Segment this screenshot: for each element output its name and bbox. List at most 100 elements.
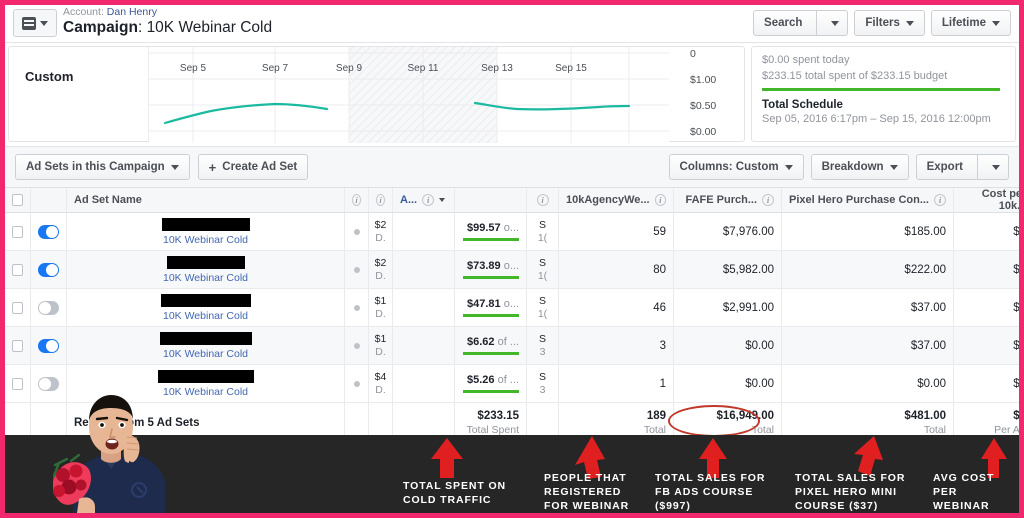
chart-preset-label: Custom <box>25 69 74 84</box>
row-spacer-cell <box>393 289 455 326</box>
header-pixel-hero-label: Pixel Hero Purchase Con... <box>789 194 929 206</box>
y-tick-3: $0.00 <box>690 126 717 138</box>
row-name-cell[interactable]: 10K Webinar Cold <box>67 289 345 326</box>
status-toggle[interactable] <box>38 262 59 277</box>
row-spacer-cell <box>393 327 455 364</box>
row-results-value: 3 <box>659 339 666 352</box>
row-checkbox-cell[interactable] <box>5 213 31 250</box>
row-checkbox-cell[interactable] <box>5 251 31 288</box>
row-budget-suffix: o... <box>503 222 519 235</box>
row-schedule-top: S <box>538 257 546 269</box>
annotation-line: Signup <box>933 514 1019 518</box>
toolbar-right-actions: Columns: Custom Breakdown Export <box>668 154 1009 180</box>
header-actions: Search Filters Lifetime <box>753 5 1019 36</box>
row-fafe-value: $0.00 <box>745 377 774 390</box>
row-status-toggle-cell[interactable] <box>31 327 67 364</box>
annotation-line: for Webinar <box>544 500 630 513</box>
export-button[interactable]: Export <box>915 154 1009 180</box>
row-amount-bottom: D. <box>375 346 386 358</box>
header-results[interactable]: 10kAgencyWe... i <box>559 188 674 212</box>
row-checkbox[interactable] <box>12 301 23 314</box>
row-name-cell[interactable]: 10K Webinar Cold <box>67 327 345 364</box>
annotation-people-registered: People that Registered for Webinar <box>544 471 630 513</box>
row-name-cell[interactable]: 10K Webinar Cold <box>67 213 345 250</box>
row-budget-suffix: o... <box>503 260 519 273</box>
row-fafe-value: $5,982.00 <box>722 263 774 276</box>
filters-button[interactable]: Filters <box>854 10 925 36</box>
row-schedule-bottom: 1( <box>537 270 548 282</box>
row-pixel-cell: $37.00 <box>782 289 954 326</box>
header-pixel-hero[interactable]: Pixel Hero Purchase Con... i <box>782 188 954 212</box>
row-checkbox[interactable] <box>12 225 23 238</box>
account-name-link[interactable]: Dan Henry <box>107 6 157 18</box>
table-row[interactable]: 10K Webinar Cold $2 D. $99.57 o... S 1(59 $7,9… <box>5 213 1019 251</box>
performance-chart-panel: Custom Sep 5 Sep 7 Sep 9 Sep 11 Sep 13 S… <box>8 46 745 143</box>
header-toggle-cell <box>31 188 67 212</box>
status-toggle[interactable] <box>38 376 59 391</box>
row-pixel-value: $222.00 <box>904 263 946 276</box>
row-checkbox-cell[interactable] <box>5 289 31 326</box>
search-button[interactable]: Search <box>753 10 849 36</box>
status-toggle[interactable] <box>38 338 59 353</box>
row-status-toggle-cell[interactable] <box>31 213 67 250</box>
create-ad-set-button[interactable]: + Create Ad Set <box>197 154 309 180</box>
row-checkbox-cell[interactable] <box>5 327 31 364</box>
header-cost-label: Cost per 10k... <box>981 188 1024 212</box>
row-checkbox[interactable] <box>12 377 23 390</box>
columns-button[interactable]: Columns: Custom <box>668 154 804 180</box>
row-schedule-cell: S 1( <box>527 289 559 326</box>
row-name-cell[interactable]: 10K Webinar Cold <box>67 251 345 288</box>
annotation-line: Cold Traffic <box>403 494 492 507</box>
breakdown-button[interactable]: Breakdown <box>810 154 909 180</box>
annotation-fb-ads-course-sales: Total Sales for FB Ads Course ($997) <box>655 471 765 513</box>
row-cost-cell: $5.26 <box>954 365 1019 402</box>
select-all-checkbox[interactable] <box>12 194 23 206</box>
delivery-status-dot-icon <box>353 228 360 235</box>
table-row[interactable]: 10K Webinar Cold $1 D. $47.81 o... S 1(46 $2,9… <box>5 289 1019 327</box>
row-checkbox[interactable] <box>12 339 23 352</box>
annotation-pixel-hero-sales: Total Sales for Pixel Hero Mini Course (… <box>795 471 905 513</box>
row-fafe-cell: $5,982.00 <box>674 251 782 288</box>
row-results-value: 1 <box>659 377 666 390</box>
scope-selector-button[interactable]: Ad Sets in this Campaign <box>15 154 190 180</box>
row-cost-cell: $1.69 <box>954 213 1019 250</box>
header-schedule[interactable]: i <box>527 188 559 212</box>
row-amount-top: $2 <box>374 257 387 269</box>
account-switcher-icon <box>22 16 36 30</box>
row-budget-value: $5.26 <box>467 374 495 387</box>
status-toggle[interactable] <box>38 300 59 315</box>
row-cost-cell: $1.04 <box>954 289 1019 326</box>
row-results-cell: 80 <box>559 251 674 288</box>
table-row[interactable]: 10K Webinar Cold $1 D. $6.62 of ... S 3 3 $0.00… <box>5 327 1019 365</box>
header-info-2[interactable]: i <box>369 188 393 212</box>
annotation-line: Total Spent on <box>403 480 507 492</box>
row-schedule-cell: S 1( <box>527 213 559 250</box>
status-toggle[interactable] <box>38 224 59 239</box>
row-status-toggle-cell[interactable] <box>31 289 67 326</box>
campaign-label: Campaign <box>63 19 138 37</box>
header-amount[interactable]: A... i <box>393 188 455 212</box>
ad-set-campaign-name: 10K Webinar Cold <box>162 271 249 284</box>
account-switcher-button[interactable] <box>13 9 57 37</box>
header-cost[interactable]: Cost per 10k... i <box>954 188 1024 212</box>
row-pixel-cell: $185.00 <box>782 213 954 250</box>
header-ad-set-name[interactable]: Ad Set Name <box>67 188 345 212</box>
table-toolbar: Ad Sets in this Campaign + Create Ad Set… <box>5 146 1019 188</box>
select-all-cell[interactable] <box>5 188 31 212</box>
header-fafe[interactable]: FAFE Purch... i <box>674 188 782 212</box>
row-status-toggle-cell[interactable] <box>31 251 67 288</box>
search-button-label: Search <box>764 17 803 29</box>
annotation-line: FB Ads Course <box>655 486 754 499</box>
table-row[interactable]: 10K Webinar Cold $2 D. $73.89 o... S 1(80 $5,9… <box>5 251 1019 289</box>
row-amount-top: $1 <box>374 295 387 307</box>
sort-caret-icon[interactable] <box>439 198 446 202</box>
date-range-button[interactable]: Lifetime <box>930 10 1011 36</box>
row-amount-bottom: D. <box>375 232 386 244</box>
row-schedule-cell: S 1( <box>527 251 559 288</box>
row-checkbox-cell[interactable] <box>5 365 31 402</box>
row-checkbox[interactable] <box>12 263 23 276</box>
row-pixel-cell: $0.00 <box>782 365 954 402</box>
redacted-ad-set-name <box>157 369 254 383</box>
header-info-1[interactable]: i <box>345 188 369 212</box>
chevron-down-icon <box>170 164 179 170</box>
